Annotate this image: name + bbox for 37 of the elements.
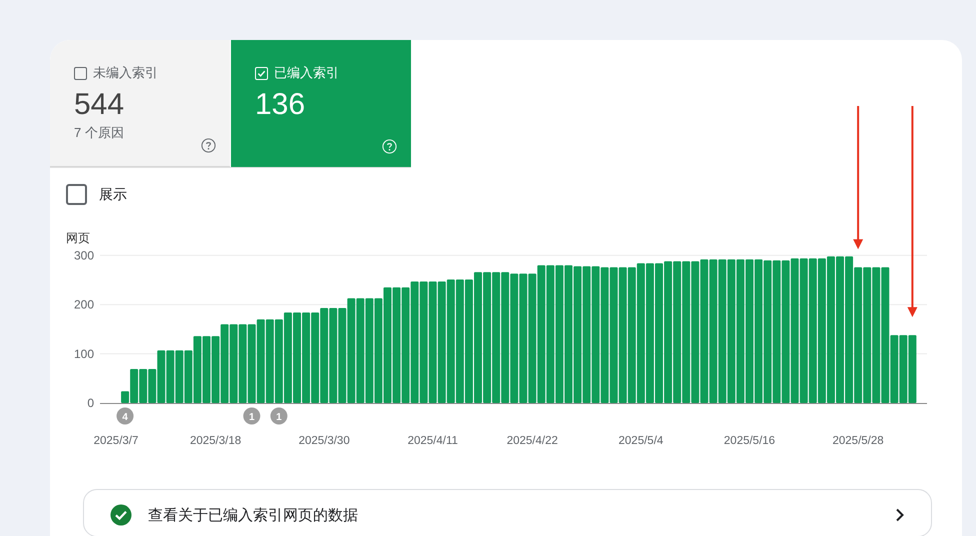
date-label: 2025/5/16 [724,435,776,447]
bar [166,350,174,403]
checkbox-label: 展示 [99,186,127,204]
details-link-row[interactable]: 查看关于已编入索引网页的数据 [83,489,932,536]
reason-count: 7 个原因 [74,124,125,142]
bar [184,350,192,403]
tab-label: 已编入索引 [274,64,339,82]
date-label: 2025/3/7 [94,435,138,447]
annotation-badge[interactable]: 1 [270,408,288,424]
date-label: 2025/3/18 [190,435,242,447]
axis-tick-label: 200 [74,298,94,312]
bar [212,336,220,403]
bar [193,336,202,403]
bar [908,335,916,403]
help-icon[interactable] [201,138,216,153]
axis-tick-label: 300 [74,248,94,262]
date-label: 2025/4/22 [506,435,558,447]
bar [899,335,908,403]
page-count: 544 [74,88,124,122]
date-label: 2025/4/11 [408,435,458,447]
tab-label: 未编入索引 [93,64,158,82]
status-tab[interactable]: 未编入索引 544 7 个原因 [50,40,230,167]
checkbox[interactable] [66,184,87,205]
bar [175,350,184,403]
date-label: 2025/5/4 [618,435,664,447]
chevron-right-icon [895,508,905,522]
date-label: 2025/5/28 [832,435,884,447]
bar [139,369,148,403]
checkbox[interactable] [74,66,87,80]
check-circle-icon [110,504,132,526]
axis-title: 网页 [66,231,90,245]
axis-tick-label: 100 [74,346,94,361]
date-label: 2025/3/30 [298,435,350,447]
axis-tick-label: 0 [87,396,94,410]
annotation-badge[interactable]: 1 [243,408,260,424]
page-count: 136 [255,88,306,122]
annotation-badge[interactable]: 4 [116,408,134,424]
